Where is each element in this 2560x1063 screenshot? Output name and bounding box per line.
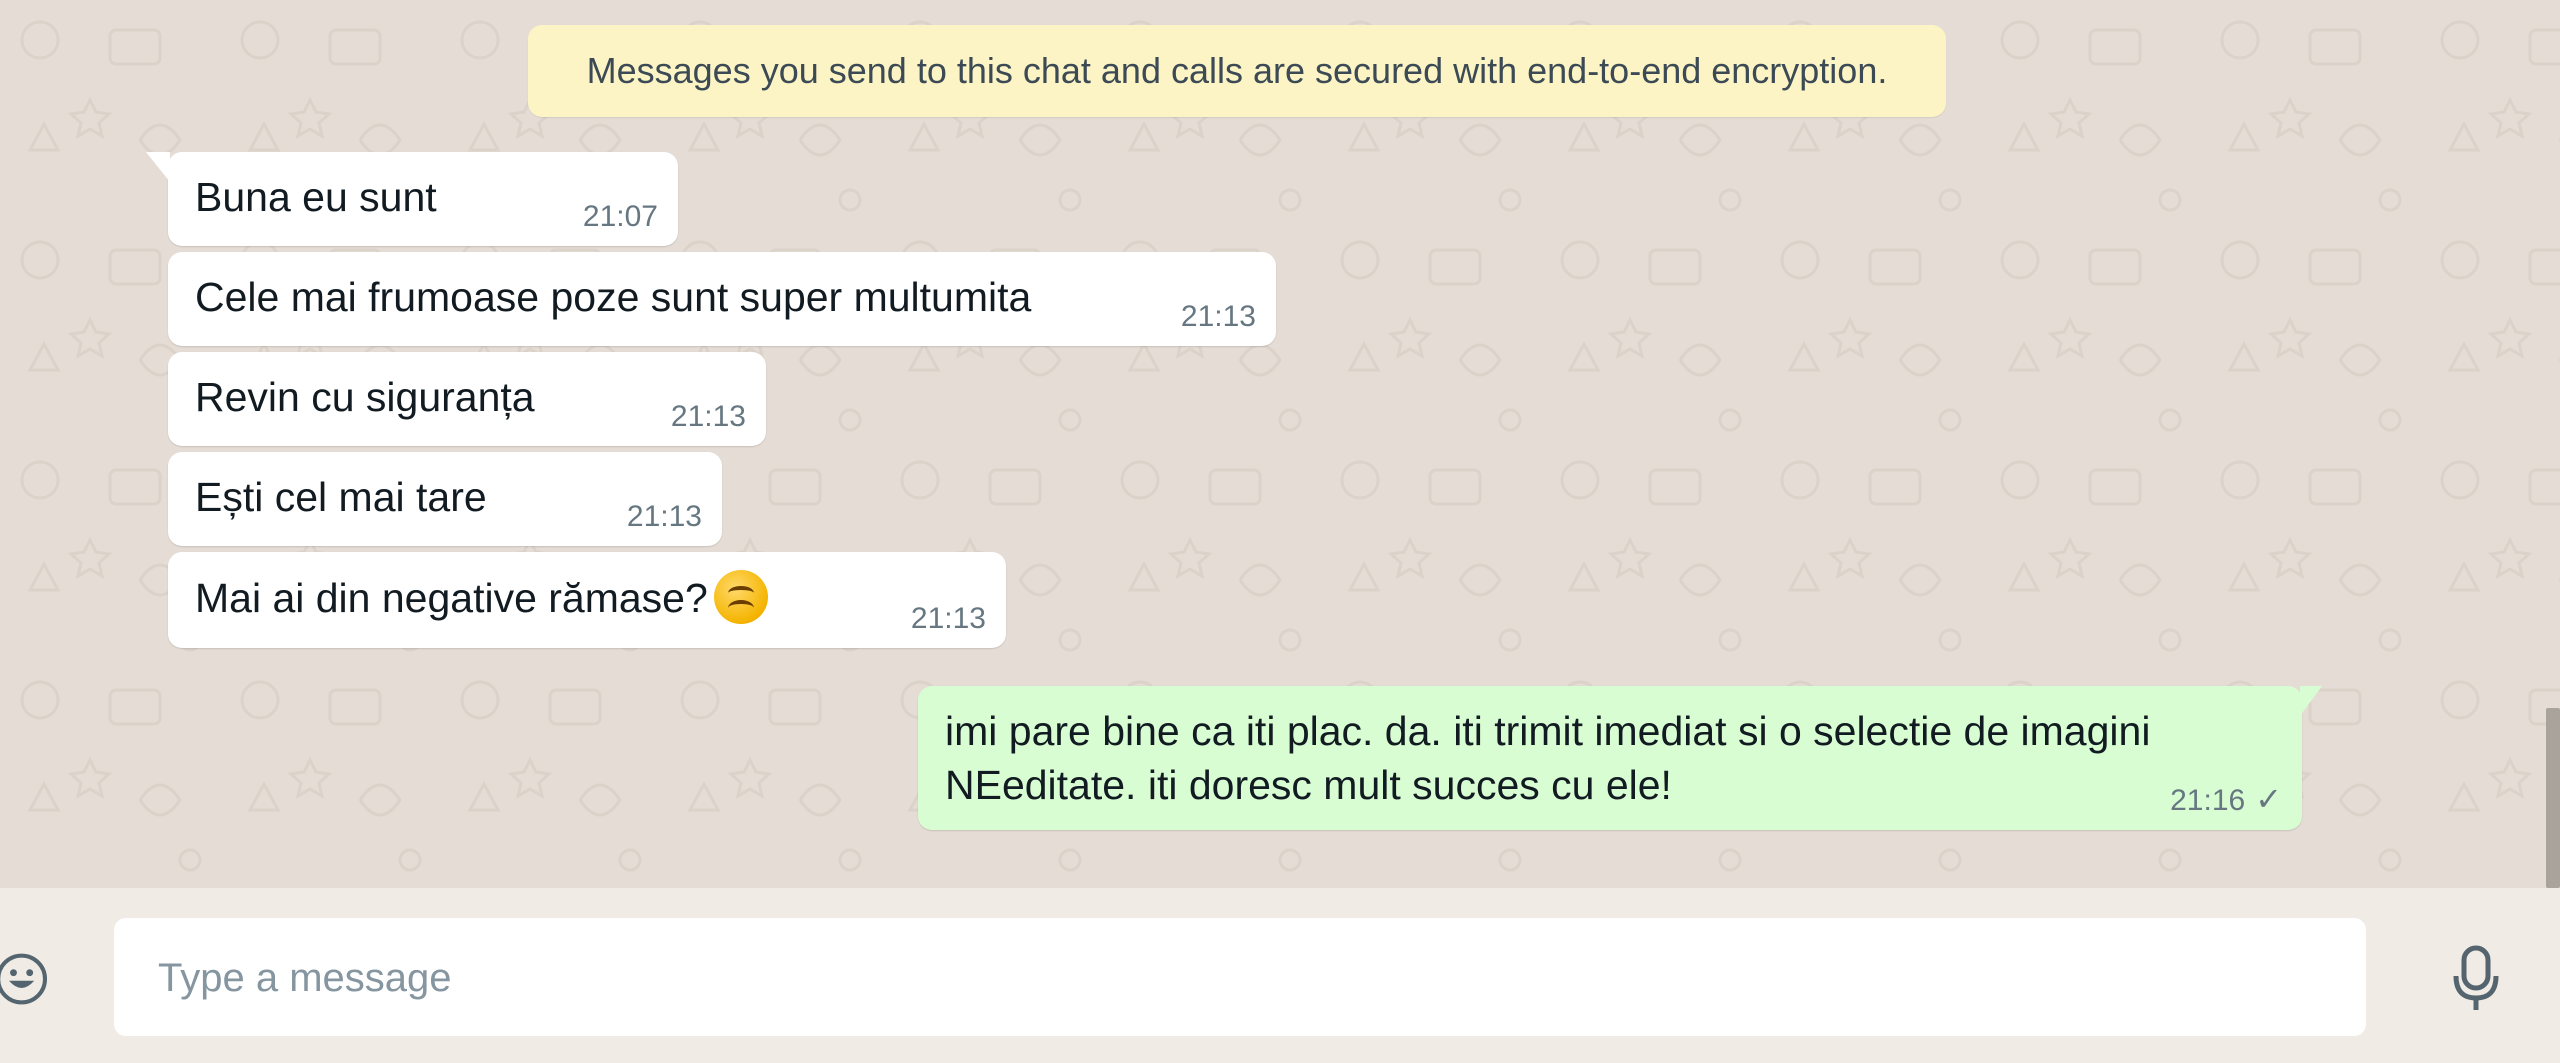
- message-text: Revin cu siguranța: [195, 374, 535, 420]
- message-bubble-incoming[interactable]: Revin cu siguranța 21:13: [168, 352, 766, 446]
- message-bubble-incoming[interactable]: Buna eu sunt 21:07: [146, 152, 678, 246]
- chat-scrollbar[interactable]: [2546, 708, 2560, 888]
- message-time: 21:13: [626, 500, 702, 533]
- message-text: Cele mai frumoase poze sunt super multum…: [195, 274, 1032, 320]
- microphone-icon: [2453, 945, 2499, 1010]
- chat-window: Messages you send to this chat and calls…: [0, 0, 2560, 1063]
- message-text: Ești cel mai tare: [195, 474, 487, 520]
- message-input[interactable]: [156, 918, 2340, 1038]
- message-text: imi pare bine ca iti plac. da. iti trimi…: [945, 708, 2151, 808]
- message-time: 21:13: [1180, 300, 1256, 333]
- message-bubble-incoming[interactable]: Cele mai frumoase poze sunt super multum…: [168, 252, 1276, 346]
- message-input-container[interactable]: [114, 918, 2366, 1038]
- smiley-icon: [0, 953, 48, 1005]
- message-bubble-incoming[interactable]: Ești cel mai tare 21:13: [168, 452, 722, 546]
- message-time: 21:07: [582, 200, 658, 233]
- voice-message-button[interactable]: [2448, 944, 2504, 1014]
- message-time: 21:13: [910, 602, 986, 635]
- single-check-icon: ✓: [2255, 781, 2282, 817]
- message-list[interactable]: Messages you send to this chat and calls…: [0, 0, 2560, 888]
- encryption-notice: Messages you send to this chat and calls…: [528, 25, 1946, 117]
- message-text: Buna eu sunt: [195, 174, 437, 220]
- message-text: Mai ai din negative rămase?: [195, 575, 708, 621]
- message-time: 21:13: [670, 400, 746, 433]
- bubble-tail: [146, 152, 170, 182]
- upside-down-face-emoji: [713, 570, 768, 624]
- message-time: 21:16: [2170, 784, 2246, 817]
- bubble-tail: [2300, 686, 2322, 716]
- message-bubble-outgoing[interactable]: imi pare bine ca iti plac. da. iti trimi…: [918, 686, 2322, 830]
- message-bubble-incoming[interactable]: Mai ai din negative rămase? 21:13: [168, 552, 1006, 648]
- emoji-button[interactable]: [0, 948, 54, 1010]
